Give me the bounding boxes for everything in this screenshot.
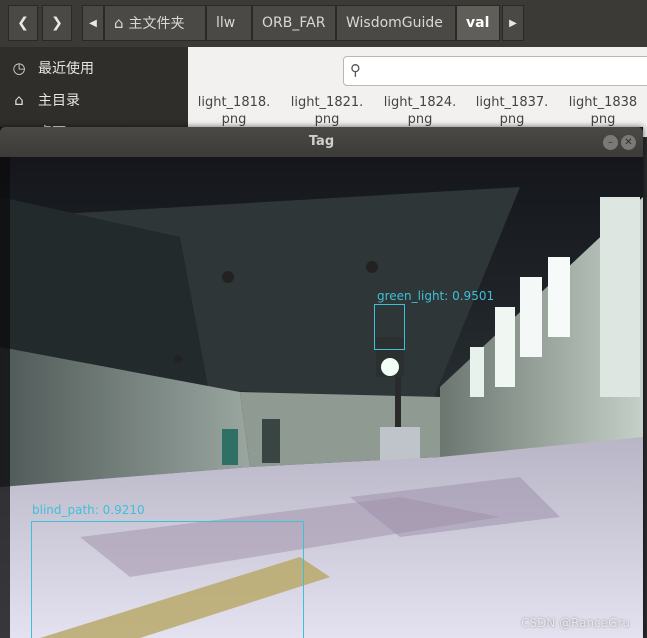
search-input[interactable]: ⚲ (343, 56, 647, 86)
camera-frame: green_light: 0.9501 blind_path: 0.9210 C… (0, 157, 643, 638)
sidebar: ◷ 最近使用 ⌂ 主目录 ■ 桌面 (0, 47, 188, 141)
home-icon: ⌂ (14, 91, 24, 109)
breadcrumb-label: 主文件夹 (128, 16, 185, 32)
chevron-right-icon: ❯ (51, 15, 63, 31)
breadcrumb-val[interactable]: val (456, 5, 500, 41)
breadcrumb-llw[interactable]: llw (206, 5, 252, 41)
sidebar-item-label: 主目录 (38, 93, 80, 109)
file-name: light_1824. (383, 95, 457, 110)
file-extension: png (314, 112, 340, 127)
breadcrumb-scroll-right[interactable]: ▶ (502, 5, 524, 41)
minimize-button[interactable]: – (603, 135, 618, 150)
file-manager-toolbar: ❮ ❯ ◀ ⌂ 主文件夹 llw ORB_FAR WisdomGuide val… (0, 0, 647, 47)
detection-box-blind-path (31, 521, 304, 638)
breadcrumb-label: llw (216, 15, 236, 31)
sidebar-item-label: 最近使用 (38, 61, 94, 77)
file-item[interactable]: light_1824. png (377, 94, 463, 128)
breadcrumb-wisdomguide[interactable]: WisdomGuide (336, 5, 456, 41)
close-icon: ✕ (624, 137, 633, 148)
breadcrumb-label: WisdomGuide (346, 15, 443, 31)
file-name: light_1838 (568, 95, 638, 110)
caret-left-icon: ◀ (89, 17, 97, 29)
file-item[interactable]: light_1821. png (284, 94, 370, 128)
file-extension: png (499, 112, 525, 127)
file-item[interactable]: light_1837. png (469, 94, 555, 128)
breadcrumb-scroll-left[interactable]: ◀ (82, 5, 104, 41)
home-icon: ⌂ (114, 14, 124, 32)
file-extension: png (221, 112, 247, 127)
breadcrumb-label: ORB_FAR (262, 15, 326, 31)
file-item[interactable]: light_1838 png (560, 94, 646, 128)
search-icon: ⚲ (350, 61, 361, 79)
detection-label-blind-path: blind_path: 0.9210 (32, 503, 145, 517)
caret-right-icon: ▶ (509, 17, 517, 29)
file-name: light_1818. (197, 95, 271, 110)
file-name: light_1837. (475, 95, 549, 110)
forward-button[interactable]: ❯ (42, 5, 72, 41)
sidebar-item-recent[interactable]: ◷ 最近使用 (0, 53, 188, 83)
window-title: Tag (308, 134, 335, 149)
file-extension: png (590, 112, 616, 127)
breadcrumb-label: val (466, 15, 490, 31)
file-item[interactable]: light_1818. png (191, 94, 277, 128)
detection-box-green-light (374, 304, 405, 350)
chevron-left-icon: ❮ (17, 15, 29, 31)
detection-label-green-light: green_light: 0.9501 (377, 289, 495, 303)
minimize-icon: – (608, 137, 613, 148)
back-button[interactable]: ❮ (8, 5, 38, 41)
file-view: ⚲ light_1818. png light_1821. png light_… (188, 47, 647, 137)
watermark: CSDN @RanceGru (521, 616, 630, 630)
file-extension: png (407, 112, 433, 127)
close-button[interactable]: ✕ (621, 135, 636, 150)
breadcrumb-home[interactable]: ⌂ 主文件夹 (104, 5, 206, 41)
breadcrumb-orb-far[interactable]: ORB_FAR (252, 5, 336, 41)
clock-icon: ◷ (12, 59, 26, 77)
sidebar-item-home[interactable]: ⌂ 主目录 (0, 85, 188, 115)
file-name: light_1821. (290, 95, 364, 110)
window-titlebar[interactable]: Tag – ✕ (0, 127, 643, 157)
tag-window: Tag – ✕ green_light: 0.9501 blind_path: … (0, 127, 643, 638)
